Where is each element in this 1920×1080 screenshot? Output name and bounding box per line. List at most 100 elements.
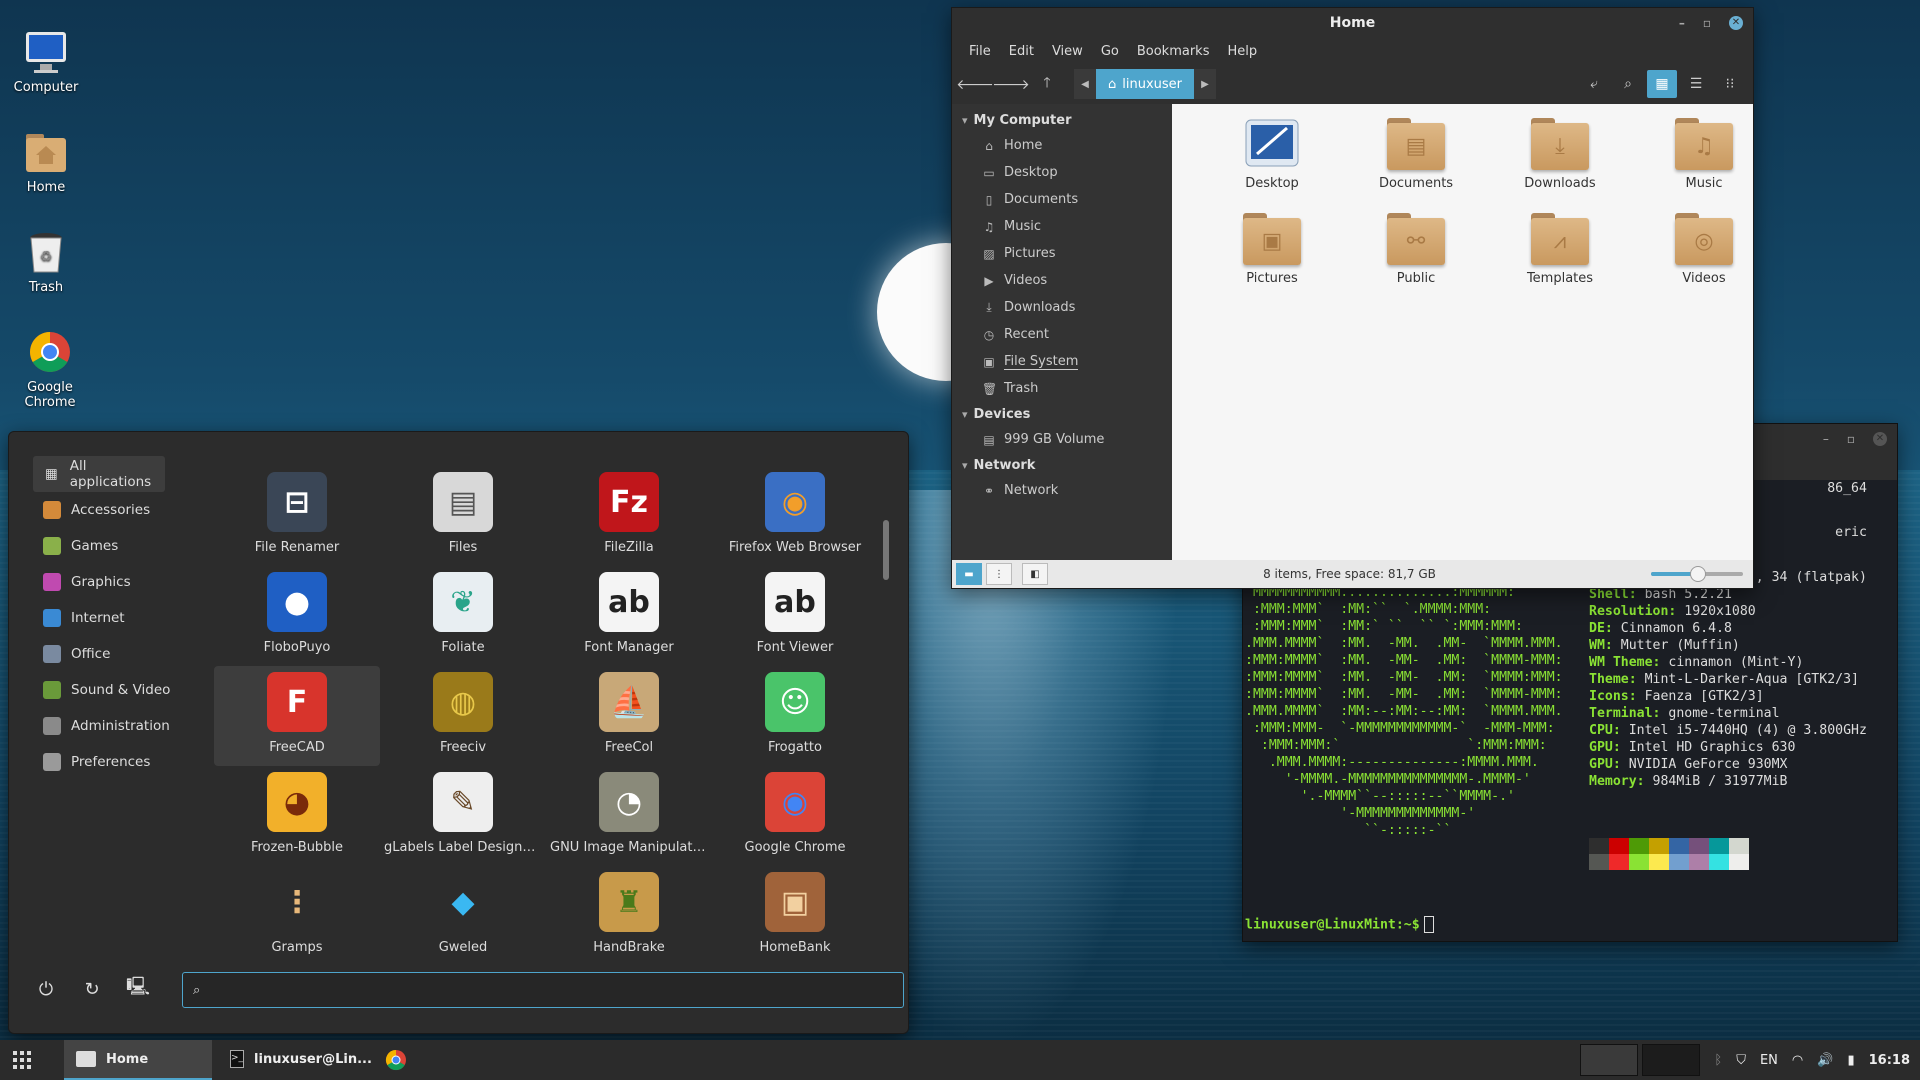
shell-prompt[interactable]: linuxuser@LinuxMint:~$ (1245, 916, 1434, 934)
category-internet[interactable]: Internet (33, 600, 203, 636)
sidebar-item-pictures[interactable]: ▨ Pictures (952, 240, 1172, 267)
sidebar-item-desktop[interactable]: ▭ Desktop (952, 159, 1172, 186)
task-home[interactable]: Home (64, 1040, 212, 1080)
desktop-icon-home[interactable]: Home (0, 128, 96, 195)
minimize-button[interactable]: – (1679, 8, 1685, 38)
category-office[interactable]: Office (33, 636, 203, 672)
launcher-chrome[interactable] (378, 1040, 414, 1080)
lock-screen-button[interactable]: 🖳 (123, 974, 153, 1004)
sidebar-section-devices[interactable]: ▾ Devices (952, 402, 1172, 426)
category-games[interactable]: Games (33, 528, 203, 564)
category-all-applications[interactable]: ▦ All applications (33, 456, 165, 492)
sidebar-item-documents[interactable]: ▯ Documents (952, 186, 1172, 213)
app-freecad[interactable]: F FreeCAD (214, 666, 380, 766)
back-button[interactable]: 🡐 (956, 70, 994, 98)
breadcrumb-home[interactable]: ⌂ linuxuser (1096, 69, 1195, 99)
keyboard-layout[interactable]: EN (1760, 1053, 1778, 1068)
app-foliate[interactable]: ❦ Foliate (380, 566, 546, 666)
scrollbar[interactable] (883, 520, 889, 580)
folder-desktop[interactable]: Desktop (1200, 118, 1344, 191)
app-file-renamer[interactable]: ⊟ File Renamer (214, 466, 380, 566)
folder-downloads[interactable]: ⤓ Downloads (1488, 118, 1632, 191)
folder-pictures[interactable]: ▣ Pictures (1200, 213, 1344, 286)
logout-button[interactable]: ↻ (77, 974, 107, 1004)
compact-view-button[interactable]: ⁝⁝ (1715, 70, 1745, 98)
desktop-icon-trash[interactable]: ♻ Trash (0, 228, 96, 295)
sidebar-item-recent[interactable]: ◷ Recent (952, 321, 1172, 348)
forward-button[interactable]: 🡒 (992, 70, 1030, 98)
category-sound-video[interactable]: Sound & Video (33, 672, 203, 708)
window-titlebar[interactable]: Home – ▫ ✕ (952, 8, 1753, 38)
app-google-chrome[interactable]: ◉ Google Chrome (712, 766, 878, 866)
bluetooth-icon[interactable]: ᛒ (1714, 1053, 1722, 1068)
file-manager-window[interactable]: Home – ▫ ✕ File Edit View Go Bookmarks Help 🡐… (951, 7, 1754, 589)
show-treeview-button[interactable]: ⋮ (986, 563, 1012, 585)
sidebar-item-network[interactable]: ⚭ Network (952, 477, 1172, 504)
menu-button[interactable] (0, 1040, 44, 1080)
menu-view[interactable]: View (1043, 44, 1092, 59)
app-handbrake[interactable]: ♜ HandBrake (546, 866, 712, 966)
app-gramps[interactable]: ⋮ Gramps (214, 866, 380, 966)
category-accessories[interactable]: Accessories (33, 492, 203, 528)
app-filezilla[interactable]: Fz FileZilla (546, 466, 712, 566)
shutdown-button[interactable]: ⏻ (31, 974, 61, 1004)
app-firefox-web-browser[interactable]: ◉ Firefox Web Browser (712, 466, 878, 566)
desktop-icon-google-chrome[interactable]: Google Chrome (0, 328, 100, 410)
app-freeciv[interactable]: ◍ Freeciv (380, 666, 546, 766)
sidebar-item-music[interactable]: ♫ Music (952, 213, 1172, 240)
wifi-icon[interactable]: ◠ (1792, 1053, 1803, 1068)
app-freecol[interactable]: ⛵ FreeCol (546, 666, 712, 766)
app-files[interactable]: ▤ Files (380, 466, 546, 566)
sidebar-section-my-computer[interactable]: ▾ My Computer (952, 108, 1172, 132)
folder-videos[interactable]: ◎ Videos (1632, 213, 1776, 286)
menu-edit[interactable]: Edit (1000, 44, 1043, 59)
desktop-icon-computer[interactable]: Computer (0, 28, 96, 95)
category-graphics[interactable]: Graphics (33, 564, 203, 600)
menu-file[interactable]: File (960, 44, 1000, 59)
up-button[interactable]: 🡑 (1032, 70, 1062, 98)
app-flobopuyo[interactable]: ● FloboPuyo (214, 566, 380, 666)
workspace-2[interactable] (1642, 1044, 1701, 1076)
sidebar-item-999-gb-volume[interactable]: ▤ 999 GB Volume (952, 426, 1172, 453)
zoom-slider[interactable] (1651, 566, 1743, 582)
app-gnu-image-manipulation-program[interactable]: ◔ GNU Image Manipulation Program (546, 766, 712, 866)
sidebar-item-videos[interactable]: ▶ Videos (952, 267, 1172, 294)
sidebar-item-downloads[interactable]: ⤓ Downloads (952, 294, 1172, 321)
close-button[interactable]: ✕ (1729, 16, 1743, 30)
workspace-1[interactable] (1580, 1044, 1639, 1076)
task-terminal[interactable]: >_ linuxuser@Lin... (218, 1040, 378, 1080)
menu-bookmarks[interactable]: Bookmarks (1128, 44, 1219, 59)
app-frogatto[interactable]: ☺ Frogatto (712, 666, 878, 766)
file-view[interactable]: Desktop ▤ Documents ⤓ Downloads ♫ Music ▣ Pictur… (1172, 104, 1753, 560)
app-glabels-label-designer-3[interactable]: ✎ gLabels Label Designer 3 (380, 766, 546, 866)
maximize-button[interactable]: ▫ (1847, 432, 1855, 446)
search-input[interactable] (208, 981, 903, 999)
category-administration[interactable]: Administration (33, 708, 203, 744)
sidebar-item-home[interactable]: ⌂ Home (952, 132, 1172, 159)
folder-music[interactable]: ♫ Music (1632, 118, 1776, 191)
breadcrumb-prev-button[interactable]: ◀ (1074, 69, 1096, 99)
zoom-handle[interactable] (1690, 566, 1706, 582)
list-view-button[interactable]: ☰ (1681, 70, 1711, 98)
app-gweled[interactable]: ◆ Gweled (380, 866, 546, 966)
breadcrumb-next-button[interactable]: ▶ (1194, 69, 1217, 99)
sidebar-section-network[interactable]: ▾ Network (952, 453, 1172, 477)
app-font-viewer[interactable]: ab Font Viewer (712, 566, 878, 666)
menu-go[interactable]: Go (1092, 44, 1128, 59)
search-button[interactable]: ⌕ (1613, 70, 1643, 98)
toggle-location-button[interactable]: ⤶ (1579, 70, 1609, 98)
battery-icon[interactable]: ▮ (1847, 1053, 1854, 1068)
app-font-manager[interactable]: ab Font Manager (546, 566, 712, 666)
minimize-button[interactable]: – (1823, 432, 1829, 446)
folder-public[interactable]: ⚯ Public (1344, 213, 1488, 286)
shield-icon[interactable]: ⛉ (1736, 1053, 1746, 1068)
folder-templates[interactable]: ⩘ Templates (1488, 213, 1632, 286)
folder-documents[interactable]: ▤ Documents (1344, 118, 1488, 191)
clock[interactable]: 16:18 (1869, 1053, 1910, 1068)
maximize-button[interactable]: ▫ (1703, 8, 1711, 38)
search-field[interactable]: ⌕ (182, 972, 904, 1008)
app-homebank[interactable]: ▣ HomeBank (712, 866, 878, 966)
sidebar-item-file-system[interactable]: ▣ File System (952, 348, 1172, 375)
sidebar-item-trash[interactable]: 🗑 Trash (952, 375, 1172, 402)
volume-icon[interactable]: 🔊 (1817, 1053, 1833, 1068)
